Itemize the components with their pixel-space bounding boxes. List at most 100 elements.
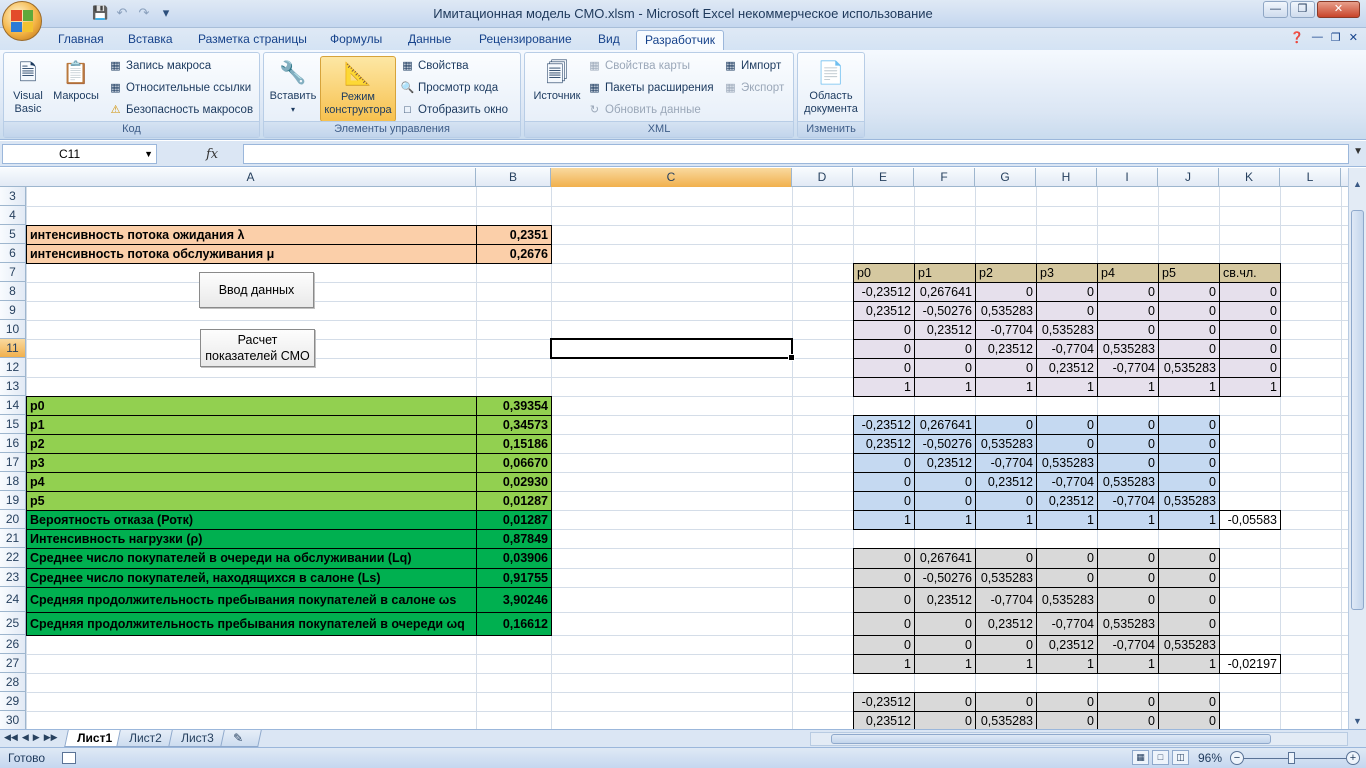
macros-button[interactable]: 📋 Макросы (50, 56, 102, 103)
tab-insert[interactable]: Вставка (120, 30, 181, 50)
matrix4-cell[interactable]: -0,23512 (853, 692, 915, 712)
matrix2-cell[interactable]: 0 (975, 491, 1037, 511)
zoom-level[interactable]: 96% (1198, 751, 1222, 765)
matrix1-cell[interactable]: -0,50276 (914, 301, 976, 321)
result-value[interactable]: 0,34573 (476, 415, 552, 435)
matrix1-cell[interactable]: 0 (1219, 282, 1281, 302)
matrix-header[interactable]: p5 (1158, 263, 1220, 283)
matrix3-cell[interactable]: 0 (1158, 548, 1220, 569)
selected-cell[interactable] (550, 338, 795, 361)
matrix3-cell[interactable]: 0 (1097, 548, 1159, 569)
row-header-14[interactable]: 14 (0, 396, 26, 415)
matrix2-cell[interactable]: -0,7704 (1036, 472, 1098, 492)
result-value[interactable]: 0,03906 (476, 548, 552, 569)
matrix2-cell[interactable]: 1 (1158, 510, 1220, 530)
matrix4-cell[interactable]: 0 (914, 692, 976, 712)
normal-view-icon[interactable]: ▦ (1132, 750, 1149, 765)
source-button[interactable]: 🗐 Источник (528, 56, 586, 103)
matrix4-cell[interactable]: 0 (1036, 692, 1098, 712)
result-label[interactable]: p3 (26, 453, 477, 473)
matrix3-cell[interactable]: -0,7704 (975, 587, 1037, 613)
map-properties-button[interactable]: ▦ Свойства карты (587, 57, 690, 75)
matrix2-cell[interactable]: 0,535283 (975, 434, 1037, 454)
matrix3-cell[interactable]: 0 (1097, 567, 1159, 588)
matrix3-cell[interactable]: 0,535283 (1036, 587, 1098, 613)
macro-security-button[interactable]: ⚠ Безопасность макросов (108, 101, 254, 119)
param-value[interactable]: 0,2351 (476, 225, 552, 245)
matrix1-cell[interactable]: -0,7704 (975, 320, 1037, 340)
matrix-header[interactable]: p0 (853, 263, 915, 283)
matrix1-cell[interactable]: 0,23512 (853, 301, 915, 321)
param-value[interactable]: 0,2676 (476, 244, 552, 264)
matrix1-cell[interactable]: 0 (914, 358, 976, 378)
matrix2-cell[interactable]: -0,23512 (853, 415, 915, 435)
horizontal-scroll-thumb[interactable] (831, 734, 1271, 744)
matrix1-cell[interactable]: 0 (1158, 282, 1220, 302)
matrix1-cell[interactable]: 1 (914, 377, 976, 397)
row-header-17[interactable]: 17 (0, 453, 26, 472)
matrix-header[interactable]: св.чл. (1219, 263, 1281, 283)
matrix3-cell[interactable]: 1 (853, 654, 915, 674)
column-header-G[interactable]: G (975, 168, 1036, 187)
matrix3-cell[interactable]: 0 (853, 567, 915, 588)
export-button[interactable]: ▦ Экспорт (723, 79, 784, 97)
matrix2-cell[interactable]: 0 (914, 472, 976, 492)
matrix4-cell[interactable]: 0 (1097, 692, 1159, 712)
matrix2-cell[interactable]: 0,23512 (914, 453, 976, 473)
insert-function-icon[interactable]: fx (206, 147, 218, 162)
result-label[interactable]: p0 (26, 396, 477, 416)
matrix2-cell[interactable]: 1 (1036, 510, 1098, 530)
row-header-13[interactable]: 13 (0, 377, 26, 396)
office-button[interactable] (2, 1, 42, 41)
chevron-down-icon[interactable]: ▼ (144, 145, 153, 163)
matrix1-cell[interactable]: 0,535283 (975, 301, 1037, 321)
matrix3-cell[interactable]: 0 (1036, 548, 1098, 569)
matrix3-cell[interactable]: 0 (914, 612, 976, 636)
matrix1-cell[interactable]: 1 (853, 377, 915, 397)
import-button[interactable]: ▦ Импорт (723, 57, 781, 75)
tab-data[interactable]: Данные (400, 30, 459, 50)
row-header-18[interactable]: 18 (0, 472, 26, 491)
matrix1-cell[interactable]: 1 (1036, 377, 1098, 397)
matrix2-cell[interactable]: 0,23512 (975, 472, 1037, 492)
matrix3-cell[interactable]: 0 (1097, 587, 1159, 613)
row-header-7[interactable]: 7 (0, 263, 26, 282)
matrix1-cell[interactable]: 0 (975, 358, 1037, 378)
matrix1-cell[interactable]: 0 (1036, 282, 1098, 302)
horizontal-scrollbar[interactable] (810, 732, 1348, 746)
matrix1-cell[interactable]: 1 (1158, 377, 1220, 397)
next-sheet-icon[interactable]: ▶ (33, 732, 40, 743)
result-label[interactable]: p2 (26, 434, 477, 454)
result-value[interactable]: 3,90246 (476, 587, 552, 613)
matrix3-cell[interactable]: 0 (1158, 587, 1220, 613)
matrix2-cell[interactable]: 0,535283 (1036, 453, 1098, 473)
matrix1-cell[interactable]: 1 (1097, 377, 1159, 397)
matrix3-cell[interactable]: 0 (853, 612, 915, 636)
matrix3-cell[interactable]: 0 (975, 635, 1037, 655)
last-sheet-icon[interactable]: ▶▶ (44, 732, 58, 743)
matrix3-cell[interactable]: 0 (914, 635, 976, 655)
matrix1-cell[interactable]: 0 (1219, 358, 1281, 378)
sheet-tab-3[interactable]: Лист3 (168, 730, 227, 747)
result-label[interactable]: Интенсивность нагрузки (ρ) (26, 529, 477, 549)
help-icon[interactable]: ❓ (1290, 31, 1304, 44)
design-mode-button[interactable]: 📐 Режим конструктора (320, 56, 396, 122)
matrix1-cell[interactable]: 0 (1158, 320, 1220, 340)
zoom-slider[interactable]: − + (1230, 751, 1360, 766)
page-layout-view-icon[interactable]: □ (1152, 750, 1169, 765)
matrix3-cell[interactable]: 0 (1158, 567, 1220, 588)
matrix4-cell[interactable]: 0,23512 (853, 711, 915, 729)
insert-control-button[interactable]: 🔧 Вставить ▾ (267, 56, 319, 116)
matrix3-cell[interactable]: 0,267641 (914, 548, 976, 569)
matrix2-cell[interactable]: -0,7704 (975, 453, 1037, 473)
record-macro-button[interactable]: ▦ Запись макроса (108, 57, 211, 75)
matrix3-cell[interactable]: 0,535283 (975, 567, 1037, 588)
matrix4-cell[interactable]: 0,535283 (975, 711, 1037, 729)
macro-record-icon[interactable] (62, 752, 76, 764)
matrix2-cell[interactable]: 0,535283 (1158, 491, 1220, 511)
row-header-21[interactable]: 21 (0, 529, 26, 548)
matrix2-cell[interactable]: -0,7704 (1097, 491, 1159, 511)
result-label[interactable]: Вероятность отказа (Ротк) (26, 510, 477, 530)
view-code-button[interactable]: 🔍 Просмотр кода (400, 79, 498, 97)
result-label[interactable]: p4 (26, 472, 477, 492)
